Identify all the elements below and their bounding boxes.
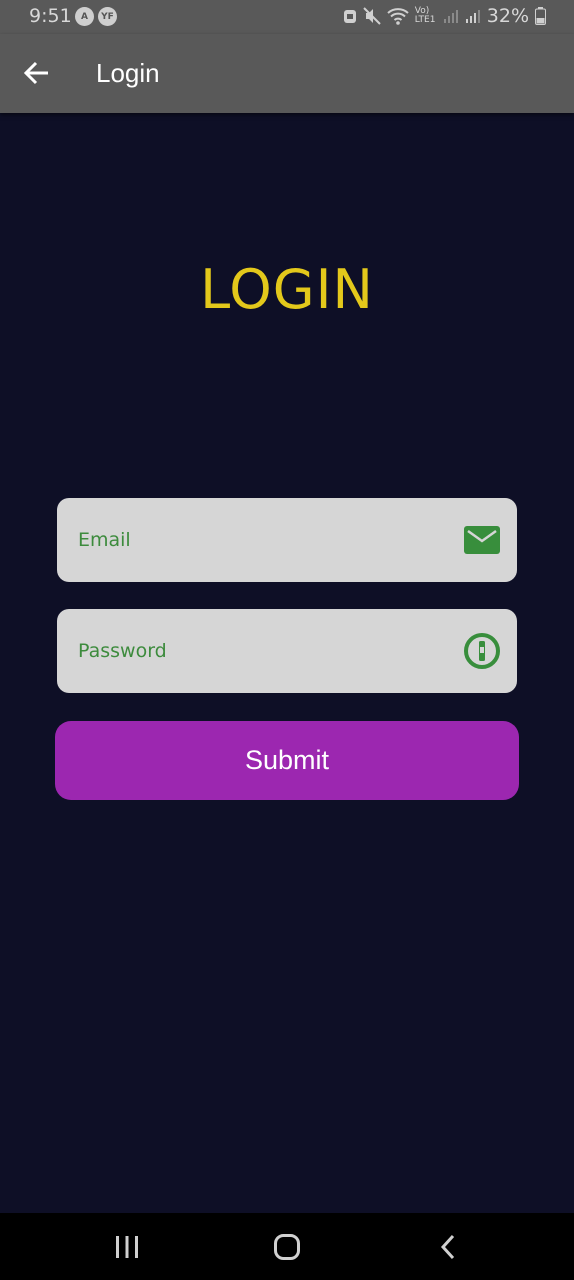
status-bar: 9:51 A YF Vo) LTE1 32%	[0, 0, 574, 34]
app-bar-title: Login	[96, 58, 160, 88]
network-label: Vo) LTE1	[414, 6, 436, 25]
envelope-icon	[464, 526, 500, 554]
password-field[interactable]	[57, 609, 517, 693]
password-field-container	[57, 609, 517, 693]
signal-icon-1	[443, 10, 458, 23]
nav-back-icon	[440, 1234, 455, 1260]
wifi-icon	[387, 8, 409, 25]
nav-back-button[interactable]	[428, 1231, 468, 1263]
status-time: 9:51	[29, 5, 72, 27]
system-nav-bar	[0, 1213, 574, 1280]
recent-apps-button[interactable]	[107, 1231, 147, 1263]
mute-icon	[363, 7, 381, 25]
signal-icon-2	[465, 10, 480, 23]
submit-button[interactable]: Submit	[55, 721, 519, 800]
notification-yf-icon: YF	[98, 7, 117, 26]
app-bar: Login	[0, 34, 574, 113]
alarm-icon	[343, 10, 356, 23]
arrow-left-icon	[23, 61, 48, 85]
login-heading: LOGIN	[200, 258, 374, 321]
recent-apps-icon	[116, 1236, 138, 1258]
home-button[interactable]	[267, 1231, 307, 1263]
battery-percent: 32%	[486, 5, 529, 27]
back-button[interactable]	[20, 56, 54, 90]
notification-icons: A YF	[75, 7, 117, 26]
battery-icon	[535, 7, 546, 25]
key-hole-icon	[464, 633, 500, 669]
notification-a-icon: A	[75, 7, 94, 26]
email-field-container	[57, 498, 517, 582]
status-right: Vo) LTE1 32%	[343, 5, 546, 27]
home-icon	[274, 1234, 300, 1260]
email-field[interactable]	[57, 498, 517, 582]
